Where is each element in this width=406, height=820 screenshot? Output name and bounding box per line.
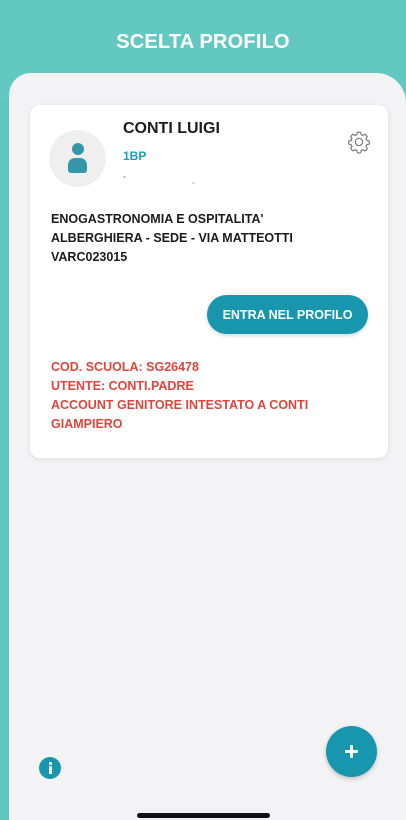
class-code: 1BP: [123, 149, 147, 163]
school-code-text: COD. SCUOLA: SG26478: [51, 360, 199, 374]
school-description: ENOGASTRONOMIA E OSPITALITA' ALBERGHIERA…: [51, 210, 371, 267]
redacted-mark: [123, 176, 126, 178]
page-title: SCELTA PROFILO: [116, 31, 290, 53]
account-info: COD. SCUOLA: SG26478 UTENTE: CONTI.PADRE…: [51, 358, 371, 434]
user-text: UTENTE: CONTI.PADRE: [51, 379, 194, 393]
info-icon[interactable]: [39, 757, 61, 779]
avatar-head: [72, 143, 84, 155]
school-line: ALBERGHIERA - SEDE - VIA MATTEOTTI: [51, 231, 293, 245]
account-owner-text-cont: GIAMPIERO: [51, 417, 123, 431]
add-profile-button[interactable]: [326, 726, 377, 777]
home-indicator[interactable]: [137, 813, 270, 818]
enter-profile-button[interactable]: ENTRA NEL PROFILO: [207, 295, 368, 334]
profile-card: CONTI LUIGI 1BP ENOGASTRONOMIA E OSPITAL…: [30, 105, 388, 458]
gear-icon[interactable]: [346, 129, 372, 155]
person-icon: [49, 130, 106, 187]
school-line: VARC023015: [51, 250, 128, 264]
school-line: ENOGASTRONOMIA E OSPITALITA': [51, 212, 264, 226]
info-icon-stem: [49, 766, 52, 774]
avatar-body: [68, 158, 87, 173]
redacted-mark: [192, 182, 195, 184]
plus-icon-stroke: [350, 745, 353, 758]
profile-name: CONTI LUIGI: [123, 120, 220, 137]
info-icon-dot: [49, 762, 52, 765]
account-owner-text: ACCOUNT GENITORE INTESTATO A CONTI: [51, 398, 309, 412]
